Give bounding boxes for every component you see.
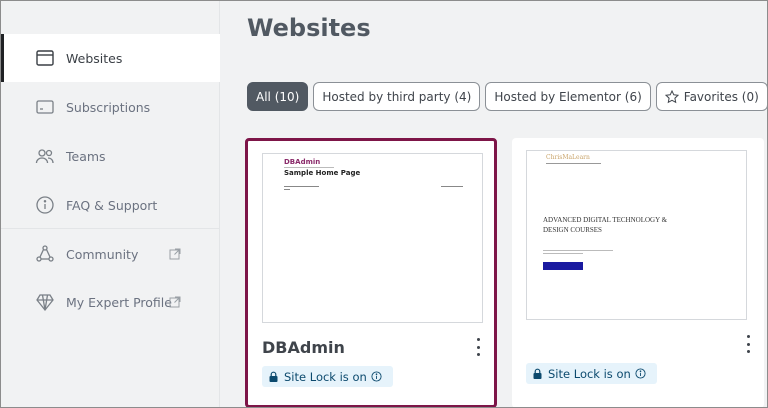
sidebar-item-label: FAQ & Support — [66, 197, 158, 213]
sidebar-item-subscriptions[interactable]: Subscriptions — [1, 83, 220, 131]
page-title: Websites — [247, 14, 371, 42]
more-options-icon[interactable] — [744, 335, 752, 353]
badge-label: Site Lock is on — [548, 366, 631, 381]
lock-icon — [533, 368, 542, 379]
website-thumbnail[interactable]: ChrisMaLearn ADVANCED DIGITAL TECHNOLOGY… — [526, 150, 747, 320]
users-icon — [35, 146, 55, 166]
filter-label: Hosted by third party (4) — [322, 89, 472, 104]
filter-label: Favorites (0) — [683, 89, 759, 104]
website-thumbnail[interactable]: DBAdmin Sample Home Page — [262, 153, 483, 323]
filter-label: Hosted by Elementor (6) — [494, 89, 642, 104]
sidebar-item-label: Teams — [66, 148, 106, 164]
thumbnail-title: Sample Home Page — [284, 169, 361, 177]
filter-hosted-third-party[interactable]: Hosted by third party (4) — [313, 82, 481, 111]
filter-all[interactable]: All (10) — [247, 82, 309, 111]
thumbnail-text-line — [441, 186, 463, 187]
sidebar-item-expert-profile[interactable]: My Expert Profile — [1, 278, 220, 326]
sidebar-item-community[interactable]: Community — [1, 230, 220, 278]
filter-hosted-elementor[interactable]: Hosted by Elementor (6) — [485, 82, 651, 111]
star-icon — [664, 89, 679, 103]
thumbnail-heading: ADVANCED DIGITAL TECHNOLOGY & DESIGN COU… — [543, 216, 668, 234]
thumbnail-text-line — [543, 250, 613, 251]
sidebar-item-faq-support[interactable]: FAQ & Support — [1, 181, 220, 229]
credit-card-icon — [35, 97, 55, 117]
thumbnail-tagline — [284, 167, 334, 168]
website-card[interactable]: DBAdmin Sample Home Page DBAdmin Site Lo… — [245, 138, 497, 408]
community-icon — [35, 244, 55, 264]
sidebar-item-websites[interactable]: Websites — [1, 34, 220, 82]
info-circle-icon — [35, 195, 55, 215]
filter-label: All (10) — [256, 89, 300, 104]
sidebar-item-teams[interactable]: Teams — [1, 132, 220, 180]
sidebar: Websites Subscriptions Teams FAQ & Suppo… — [1, 1, 220, 407]
sidebar-item-label: Websites — [66, 50, 123, 66]
external-link-icon — [169, 248, 181, 260]
thumbnail-brand: ChrisMaLearn — [546, 154, 590, 161]
website-card[interactable]: ChrisMaLearn ADVANCED DIGITAL TECHNOLOGY… — [512, 138, 764, 408]
more-options-icon[interactable] — [474, 338, 482, 356]
diamond-icon — [35, 292, 55, 312]
site-lock-badge: Site Lock is on — [526, 363, 657, 384]
sidebar-divider — [1, 228, 220, 229]
sidebar-item-label: My Expert Profile — [66, 294, 172, 310]
lock-icon — [269, 371, 278, 382]
badge-label: Site Lock is on — [284, 369, 367, 384]
thumbnail-text-line — [543, 253, 583, 254]
site-lock-badge: Site Lock is on — [262, 366, 393, 387]
info-icon[interactable] — [371, 371, 382, 382]
thumbnail-cta-button — [543, 262, 583, 270]
info-icon[interactable] — [635, 368, 646, 379]
thumbnail-text-line — [284, 186, 319, 187]
sidebar-item-label: Community — [66, 246, 139, 262]
thumbnail-brand: DBAdmin — [284, 158, 321, 166]
sidebar-item-label: Subscriptions — [66, 99, 151, 115]
external-link-icon — [169, 296, 181, 308]
browser-window-icon — [35, 48, 55, 68]
filter-favorites[interactable]: Favorites (0) — [655, 82, 768, 111]
website-name: DBAdmin — [262, 338, 345, 357]
filter-bar: All (10) Hosted by third party (4) Hoste… — [247, 82, 768, 111]
thumbnail-tagline — [546, 163, 601, 164]
thumbnail-text-line — [284, 189, 290, 190]
